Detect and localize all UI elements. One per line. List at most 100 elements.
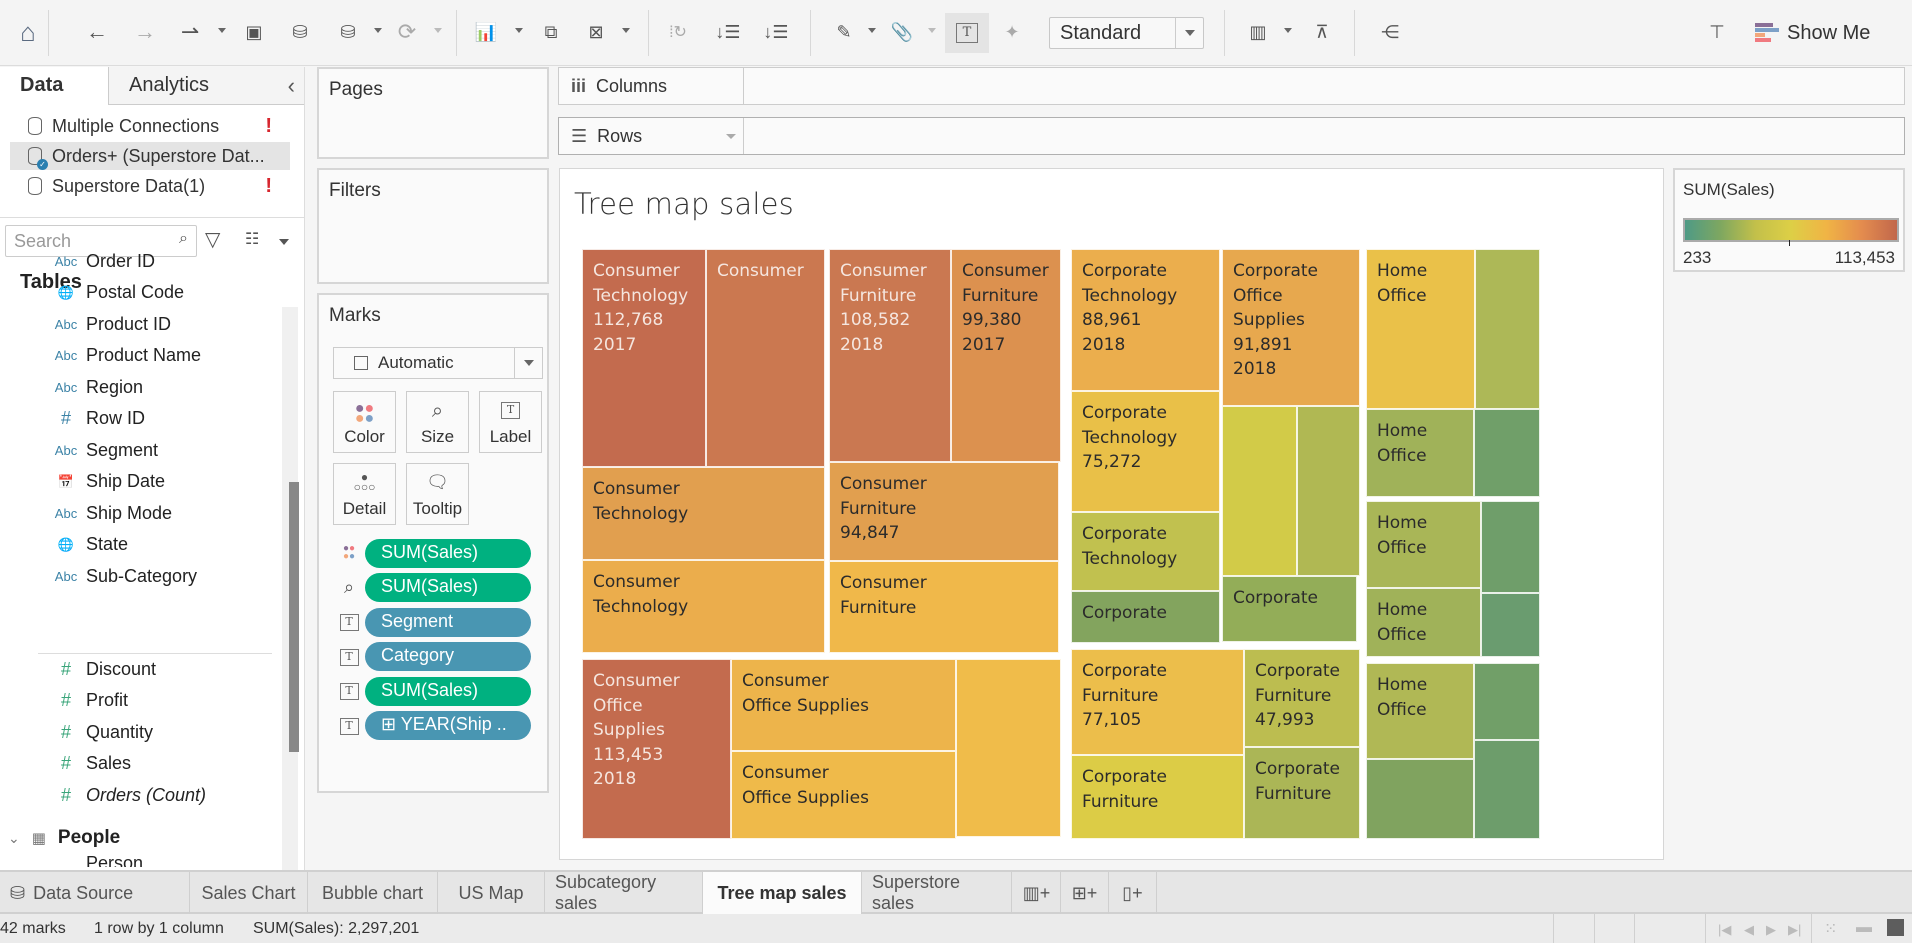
highlight-icon[interactable]: ✎: [830, 18, 858, 46]
mark-type-select[interactable]: Automatic: [333, 347, 543, 379]
field-item[interactable]: 🌐 Postal Code: [46, 280, 184, 306]
treemap-cell[interactable]: [1481, 501, 1540, 593]
treemap-cell[interactable]: [1366, 759, 1474, 839]
filter-icon[interactable]: ▽: [205, 227, 220, 252]
guide-icon[interactable]: ⊤: [1703, 18, 1731, 46]
sheet-tab[interactable]: Sales Chart: [190, 872, 308, 914]
sheet-tab[interactable]: Superstore sales: [862, 872, 1012, 914]
refresh-dropdown[interactable]: [434, 28, 442, 33]
field-item[interactable]: Abc Segment: [46, 437, 158, 463]
replay-icon[interactable]: ⇀: [176, 18, 204, 46]
treemap-cell[interactable]: [1222, 406, 1297, 576]
data-source-item[interactable]: Orders+ (Superstore Dat...: [10, 142, 290, 170]
chevron-down-icon[interactable]: [279, 239, 289, 245]
treemap-cell[interactable]: Consumer Furniture 99,380 2017: [951, 249, 1061, 462]
treemap-cell[interactable]: [956, 659, 1061, 837]
new-worksheet-dropdown[interactable]: [515, 28, 523, 33]
tooltip-button[interactable]: 🗨 Tooltip: [406, 463, 469, 525]
field-item[interactable]: # Profit: [46, 688, 128, 714]
sort-descending-icon[interactable]: ↓☰: [762, 18, 790, 46]
tab-analytics[interactable]: Analytics: [108, 67, 304, 105]
show-filmstrip-icon[interactable]: ⁙: [1824, 919, 1837, 939]
treemap-cell[interactable]: Corporate Technology: [1071, 512, 1220, 591]
first-page-icon[interactable]: |◀: [1718, 922, 1731, 938]
treemap-cell[interactable]: Consumer Furniture 94,847: [829, 462, 1059, 561]
swap-rows-columns-icon[interactable]: ⁞↻: [664, 18, 692, 46]
treemap-cell[interactable]: Corporate Furniture: [1244, 747, 1360, 839]
group-dropdown[interactable]: [928, 28, 936, 33]
field-item[interactable]: Abc Region: [46, 374, 143, 400]
presentation-mode-icon[interactable]: ⊼: [1308, 18, 1336, 46]
color-button[interactable]: ●● ●● Color: [333, 391, 396, 453]
field-item[interactable]: Abc Order ID: [46, 248, 155, 274]
treemap-cell[interactable]: Corporate Furniture: [1071, 755, 1244, 839]
show-me-button[interactable]: Show Me: [1755, 18, 1870, 48]
share-icon[interactable]: ⋲: [1376, 18, 1404, 46]
treemap-cell[interactable]: Home Office: [1366, 588, 1481, 657]
size-button[interactable]: ⌕ Size: [406, 391, 469, 453]
field-pill[interactable]: Segment: [365, 607, 531, 637]
columns-shelf[interactable]: iii Columns: [558, 67, 1905, 105]
field-person[interactable]: Person: [86, 853, 143, 867]
table-people[interactable]: ⌄ ▦ People: [8, 827, 120, 849]
new-story-icon[interactable]: ▯+: [1109, 872, 1157, 914]
treemap-cell[interactable]: Corporate Furniture 47,993: [1244, 649, 1360, 747]
clear-sheet-icon[interactable]: ⊠: [582, 18, 610, 46]
chevron-down-icon[interactable]: [726, 134, 736, 139]
treemap-cell[interactable]: Home Office: [1366, 663, 1474, 759]
pages-card[interactable]: Pages: [317, 67, 549, 159]
treemap-cell[interactable]: [1475, 249, 1540, 409]
data-source-item[interactable]: Superstore Data(1) !: [10, 172, 290, 200]
treemap-cell[interactable]: [1474, 663, 1540, 740]
treemap-cell[interactable]: Consumer: [706, 249, 825, 467]
label-button[interactable]: T Label: [479, 391, 542, 453]
last-page-icon[interactable]: ▶|: [1788, 922, 1801, 938]
field-item[interactable]: # Orders (Count): [46, 782, 206, 808]
treemap-cell[interactable]: [1474, 740, 1540, 839]
tab-data[interactable]: Data: [0, 67, 108, 105]
show-sheet-icon[interactable]: [1887, 919, 1904, 936]
new-data-source-icon[interactable]: ⛁: [286, 18, 314, 46]
collapse-pane-icon[interactable]: ‹: [288, 73, 295, 99]
field-item[interactable]: # Quantity: [46, 719, 153, 745]
field-pill[interactable]: ⊞ YEAR(Ship ..: [365, 711, 531, 740]
treemap-cell[interactable]: [1297, 406, 1360, 576]
treemap-cell[interactable]: Consumer Office Supplies 113,453 2018: [582, 659, 731, 839]
treemap-cell[interactable]: Corporate: [1071, 591, 1220, 643]
treemap-cell[interactable]: Home Office: [1366, 501, 1481, 588]
pause-dropdown[interactable]: [374, 28, 382, 33]
home-icon[interactable]: ⌂: [14, 17, 42, 47]
fit-select[interactable]: Standard: [1049, 17, 1204, 49]
treemap-cell[interactable]: Corporate Furniture 77,105: [1071, 649, 1244, 755]
show-tabs-icon[interactable]: ▬: [1856, 919, 1872, 937]
data-source-tab[interactable]: ⛁ Data Source: [0, 872, 190, 914]
treemap-cell[interactable]: Home Office: [1366, 249, 1475, 409]
group-icon[interactable]: 📎: [888, 18, 916, 46]
sheet-tab[interactable]: Tree map sales: [703, 872, 862, 914]
treemap-cell[interactable]: Consumer Furniture: [829, 561, 1059, 653]
refresh-icon[interactable]: ⟳: [393, 18, 421, 46]
field-pill[interactable]: Category: [365, 642, 531, 671]
treemap-cell[interactable]: [1481, 593, 1540, 657]
treemap-cell[interactable]: Corporate: [1222, 576, 1357, 642]
redo-icon[interactable]: →: [131, 18, 159, 46]
field-pill[interactable]: SUM(Sales): [365, 676, 531, 706]
show-mark-labels-icon[interactable]: T: [945, 13, 989, 53]
sheet-tab[interactable]: Bubble chart: [308, 872, 438, 914]
pause-auto-updates-icon[interactable]: ⛁: [334, 18, 362, 46]
treemap-cell[interactable]: Consumer Technology 112,768 2017: [582, 249, 706, 467]
detail-button[interactable]: ● ○○○ Detail: [333, 463, 396, 525]
next-page-icon[interactable]: ▶: [1766, 922, 1776, 938]
scrollbar-thumb[interactable]: [289, 482, 299, 752]
field-item[interactable]: Abc Product ID: [46, 311, 171, 337]
color-legend[interactable]: SUM(Sales) 233 113,453: [1673, 168, 1905, 272]
show-cards-icon[interactable]: ▥: [1244, 18, 1272, 46]
filters-card[interactable]: Filters: [317, 168, 549, 284]
save-icon[interactable]: ▣: [240, 18, 268, 46]
field-item[interactable]: # Sales: [46, 751, 131, 777]
field-item[interactable]: Abc Ship Mode: [46, 500, 172, 526]
treemap-cell[interactable]: Corporate Office Supplies 91,891 2018: [1222, 249, 1360, 406]
field-item[interactable]: # Row ID: [46, 406, 145, 432]
prev-page-icon[interactable]: ◀: [1744, 922, 1754, 938]
treemap-cell[interactable]: Consumer Technology: [582, 560, 825, 653]
